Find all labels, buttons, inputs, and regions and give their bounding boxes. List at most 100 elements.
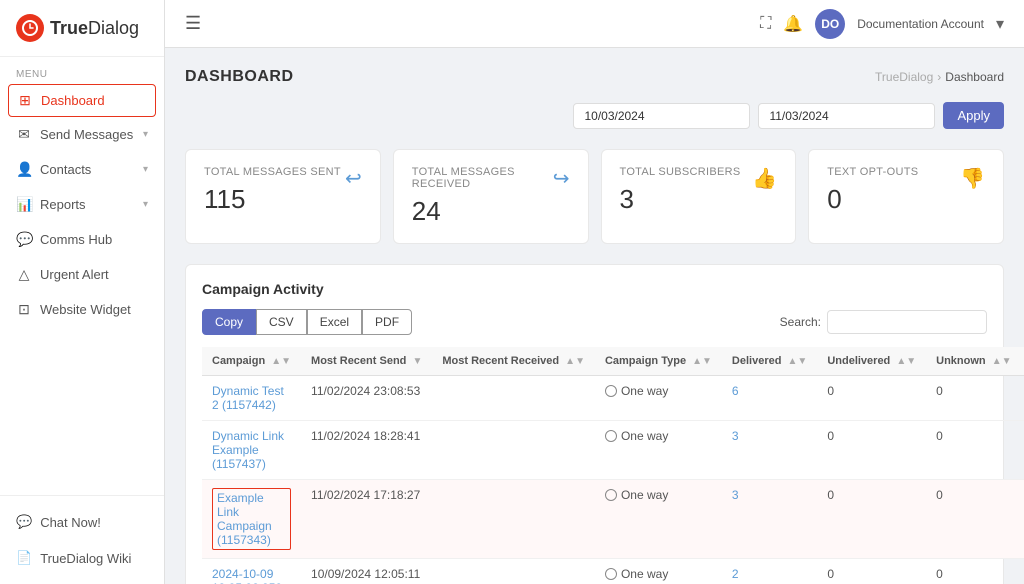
col-unknown: Unknown ▲▼ xyxy=(926,347,1021,376)
subscribers-icon: 👍 xyxy=(752,166,777,191)
table-toolbar: Copy CSV Excel PDF Search: xyxy=(202,309,987,335)
campaign-section-title: Campaign Activity xyxy=(202,281,987,297)
stat-cards: TOTAL MESSAGES SENT 115 ↩ TOTAL MESSAGES… xyxy=(185,149,1004,244)
sidebar-item-contacts[interactable]: 👤 Contacts ▾ xyxy=(0,152,164,187)
sort-icon[interactable]: ▲▼ xyxy=(992,356,1012,367)
chat-now-label: Chat Now! xyxy=(40,515,101,530)
page-title: DASHBOARD xyxy=(185,68,294,86)
table-row: Example Link Campaign (1157343)11/02/202… xyxy=(202,480,1024,559)
delivered-cell: 3 xyxy=(722,480,817,559)
col-campaign: Campaign ▲▼ xyxy=(202,347,301,376)
logo[interactable]: TrueDialog xyxy=(0,0,164,57)
messages-received-icon: ↪ xyxy=(553,166,570,191)
end-date-input[interactable] xyxy=(758,103,935,129)
undelivered-cell: 0 xyxy=(817,480,926,559)
campaign-cell: Example Link Campaign (1157343) xyxy=(202,480,301,559)
apply-button[interactable]: Apply xyxy=(943,102,1004,129)
breadcrumb-current: Dashboard xyxy=(945,70,1004,84)
sort-icon[interactable]: ▲▼ xyxy=(692,356,712,367)
undelivered-cell: 0 xyxy=(817,559,926,584)
unknown-cell: 0 xyxy=(926,421,1021,480)
sort-icon[interactable]: ▼ xyxy=(412,356,422,367)
account-dropdown-icon[interactable]: ▾ xyxy=(996,14,1004,34)
col-undelivered: Undelivered ▲▼ xyxy=(817,347,926,376)
campaign-type-cell: One way xyxy=(595,480,722,559)
copy-button[interactable]: Copy xyxy=(202,309,256,335)
one-way-badge: One way xyxy=(605,488,712,502)
chevron-down-icon: ▾ xyxy=(143,199,148,210)
table-header-row: Campaign ▲▼ Most Recent Send ▼ Most Rece… xyxy=(202,347,1024,376)
stat-card-subscribers: TOTAL SUBSCRIBERS 3 👍 xyxy=(601,149,797,244)
col-campaign-type: Campaign Type ▲▼ xyxy=(595,347,722,376)
table-search: Search: xyxy=(780,310,987,334)
sidebar-item-dashboard[interactable]: ⊞ Dashboard xyxy=(8,84,156,117)
notifications-icon[interactable]: 🔔 xyxy=(783,14,803,34)
one-way-badge: One way xyxy=(605,567,712,581)
delivered-link[interactable]: 6 xyxy=(732,384,739,398)
circle-icon xyxy=(605,568,617,580)
account-name[interactable]: Documentation Account xyxy=(857,17,984,31)
table-export-buttons: Copy CSV Excel PDF xyxy=(202,309,412,335)
messages-sent-value: 115 xyxy=(204,184,341,215)
wiki-icon: 📄 xyxy=(16,550,32,566)
delivered-link[interactable]: 3 xyxy=(732,488,739,502)
unknown-cell: 0 xyxy=(926,559,1021,584)
sort-icon[interactable]: ▲▼ xyxy=(788,356,808,367)
campaign-type-cell: One way xyxy=(595,421,722,480)
campaign-cell: Dynamic Test 2 (1157442) xyxy=(202,376,301,421)
sidebar-item-label: Urgent Alert xyxy=(40,267,109,282)
sidebar-item-website-widget[interactable]: ⊡ Website Widget xyxy=(0,292,164,327)
sidebar-item-send-messages[interactable]: ✉ Send Messages ▾ xyxy=(0,117,164,152)
subscribers-label: TOTAL SUBSCRIBERS xyxy=(620,166,741,178)
opt-outs-value: 0 xyxy=(827,184,918,215)
campaign-link[interactable]: Dynamic Link Example (1157437) xyxy=(212,429,284,471)
hamburger-menu-icon[interactable]: ☰ xyxy=(185,13,201,34)
chat-now-item[interactable]: 💬 Chat Now! xyxy=(0,504,164,540)
received-date-cell xyxy=(432,421,595,480)
campaign-link[interactable]: Dynamic Test 2 (1157442) xyxy=(212,384,284,412)
sidebar-item-label: Website Widget xyxy=(40,302,131,317)
date-filter: Apply xyxy=(185,102,1004,129)
breadcrumb-parent: TrueDialog xyxy=(875,70,933,84)
csv-button[interactable]: CSV xyxy=(256,309,307,335)
messages-sent-label: TOTAL MESSAGES SENT xyxy=(204,166,341,178)
unknown-cell: 0 xyxy=(926,480,1021,559)
delivered-cell: 3 xyxy=(722,421,817,480)
sidebar-item-reports[interactable]: 📊 Reports ▾ xyxy=(0,187,164,222)
wiki-label: TrueDialog Wiki xyxy=(40,551,131,566)
urgent-alert-icon: △ xyxy=(16,266,32,283)
logo-icon xyxy=(16,14,44,42)
dashboard-icon: ⊞ xyxy=(17,92,33,109)
pdf-button[interactable]: PDF xyxy=(362,309,412,335)
sort-icon[interactable]: ▲▼ xyxy=(896,356,916,367)
sort-icon[interactable]: ▲▼ xyxy=(565,356,585,367)
avatar[interactable]: DO xyxy=(815,9,845,39)
one-way-badge: One way xyxy=(605,384,712,398)
logo-text: TrueDialog xyxy=(50,18,139,39)
campaign-cell: Dynamic Link Example (1157437) xyxy=(202,421,301,480)
delivered-link[interactable]: 3 xyxy=(732,429,739,443)
fullscreen-icon[interactable]: ⛶ xyxy=(760,15,771,33)
sidebar-item-label: Contacts xyxy=(40,162,91,177)
content-area: DASHBOARD TrueDialog › Dashboard Apply T… xyxy=(165,48,1024,584)
delivered-link[interactable]: 2 xyxy=(732,567,739,581)
messages-received-value: 24 xyxy=(412,196,553,227)
campaign-type-cell: One way xyxy=(595,376,722,421)
excel-button[interactable]: Excel xyxy=(307,309,362,335)
sidebar-bottom: 💬 Chat Now! 📄 TrueDialog Wiki xyxy=(0,495,164,584)
sidebar-item-urgent-alert[interactable]: △ Urgent Alert xyxy=(0,257,164,292)
send-date-cell: 11/02/2024 17:18:27 xyxy=(301,480,432,559)
search-input[interactable] xyxy=(827,310,987,334)
col-delivered: Delivered ▲▼ xyxy=(722,347,817,376)
campaign-link[interactable]: 2024-10-09 19:05:06.050 (1028748) xyxy=(212,567,282,584)
sort-icon[interactable]: ▲▼ xyxy=(271,356,291,367)
breadcrumb: TrueDialog › Dashboard xyxy=(875,70,1004,84)
sidebar: TrueDialog MENU ⊞ Dashboard ✉ Send Messa… xyxy=(0,0,165,584)
subscribers-value: 3 xyxy=(620,184,741,215)
sidebar-item-comms-hub[interactable]: 💬 Comms Hub xyxy=(0,222,164,257)
wiki-item[interactable]: 📄 TrueDialog Wiki xyxy=(0,540,164,576)
sidebar-item-label: Reports xyxy=(40,197,86,212)
chevron-down-icon: ▾ xyxy=(143,129,148,140)
start-date-input[interactable] xyxy=(573,103,750,129)
campaign-link[interactable]: Example Link Campaign (1157343) xyxy=(212,488,291,550)
